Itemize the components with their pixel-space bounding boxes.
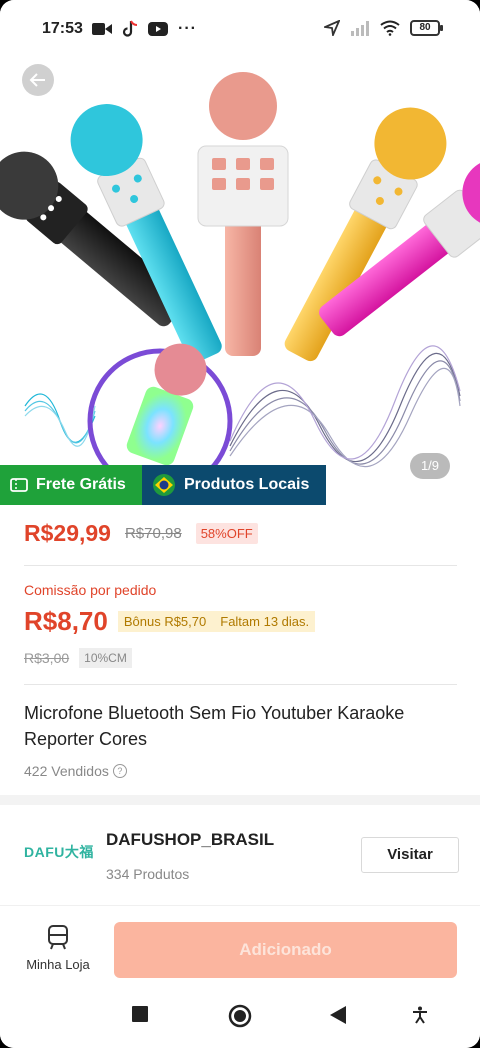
signal-icon: [351, 21, 369, 36]
recent-apps-button[interactable]: [132, 1006, 148, 1022]
commission-old-value: R$3,00: [24, 650, 70, 666]
youtube-icon: [148, 22, 168, 36]
commission-label: Comissão por pedido: [24, 582, 157, 598]
section-separator: [0, 795, 480, 805]
bonus-amount: Bônus R$5,70: [123, 614, 207, 629]
arrow-left-icon: [29, 73, 45, 87]
free-shipping-label: Frete Grátis: [36, 476, 126, 493]
discount-badge: 58%OFF: [195, 523, 258, 544]
store-icon: [48, 925, 68, 950]
ticket-icon: [10, 478, 28, 492]
image-counter: 1/9: [410, 453, 450, 479]
visit-shop-button[interactable]: Visitar: [361, 837, 459, 873]
shop-name[interactable]: DAFUSHOP_BRASIL: [106, 830, 274, 850]
back-button[interactable]: [22, 64, 54, 96]
status-time: 17:53: [42, 20, 83, 37]
system-navigation-bar: [0, 988, 480, 1048]
commission-rate-badge: 10%CM: [79, 648, 132, 668]
product-image: [0, 72, 480, 494]
screen: 17:53 ··· 80 1/9 Frete Grátis Produtos L…: [0, 0, 480, 1048]
product-image-gallery[interactable]: 1/9: [0, 46, 480, 506]
local-products-tag: Produtos Locais: [142, 465, 326, 505]
bonus-remaining: Faltam 13 dias.: [220, 614, 310, 629]
shop-product-count: 334 Produtos: [106, 866, 190, 882]
video-camera-icon: [92, 23, 112, 35]
price-row: R$29,99 R$70,98 58%OFF: [24, 520, 258, 547]
free-shipping-tag: Frete Grátis: [0, 465, 142, 505]
wifi-icon: [380, 20, 400, 36]
divider: [24, 565, 457, 566]
product-tags: Frete Grátis Produtos Locais: [0, 465, 326, 505]
system-icons: 80: [324, 20, 443, 36]
battery-icon: 80: [410, 20, 443, 36]
added-button[interactable]: Adicionado: [114, 922, 457, 978]
local-products-label: Produtos Locais: [184, 476, 310, 493]
accessibility-icon[interactable]: [412, 1006, 428, 1024]
shop-logo[interactable]: DAFU大福: [24, 842, 94, 862]
my-store-label: Minha Loja: [26, 957, 90, 972]
location-icon: [324, 20, 340, 36]
more-notifications-icon: ···: [178, 20, 197, 37]
bottom-action-bar: Minha Loja Adicionado: [0, 905, 480, 988]
current-price: R$29,99: [24, 520, 111, 546]
sold-label: 422 Vendidos: [24, 763, 109, 779]
my-store-button[interactable]: Minha Loja: [18, 924, 98, 972]
help-icon[interactable]: ?: [112, 764, 127, 778]
divider: [24, 684, 457, 685]
original-price: R$70,98: [124, 525, 182, 542]
notification-icons: ···: [92, 20, 197, 38]
back-nav-button[interactable]: [330, 1006, 346, 1024]
commission-row: R$8,70 Bônus R$5,70 Faltam 13 dias.: [24, 606, 316, 637]
commission-old-row: R$3,00 10%CM: [24, 648, 132, 668]
tiktok-icon: [122, 20, 138, 37]
sold-count: 422 Vendidos ?: [24, 763, 127, 779]
product-title: Microfone Bluetooth Sem Fio Youtuber Kar…: [24, 703, 405, 749]
brazil-flag-icon: [153, 474, 175, 496]
commission-value: R$8,70: [24, 606, 108, 636]
home-button[interactable]: [228, 1004, 252, 1028]
bonus-badge: Bônus R$5,70 Faltam 13 dias.: [117, 611, 316, 632]
